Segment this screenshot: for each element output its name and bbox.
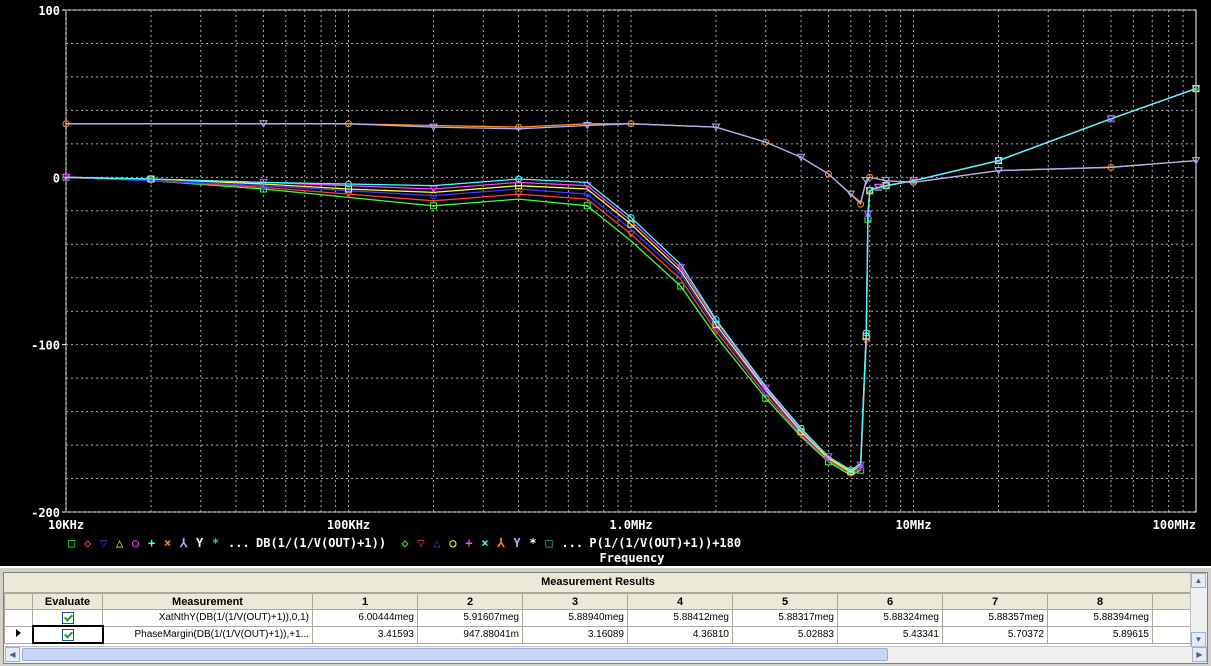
value-cell[interactable]: 5.91607meg <box>417 609 523 627</box>
legend-marker: + <box>148 536 155 550</box>
x-tick-label: 10MHz <box>895 518 931 532</box>
y-tick-label: 0 <box>53 171 60 185</box>
x-tick-label: 10KHz <box>48 518 84 532</box>
legend-marker: □ <box>545 536 552 550</box>
table-row[interactable]: XatNthY(DB(1/(1/V(OUT)+1)),0,1) 6.00444m… <box>4 609 1192 627</box>
filler-cell <box>1152 625 1192 644</box>
scroll-up-button[interactable]: ▲ <box>1191 573 1206 588</box>
legend-marker: △ <box>116 536 124 550</box>
col-header-evaluate[interactable]: Evaluate <box>32 593 103 610</box>
value-cell[interactable]: 3.41593 <box>312 625 418 644</box>
legend-marker: * <box>212 536 219 550</box>
col-header-measurement[interactable]: Measurement <box>102 593 313 610</box>
legend-marker: □ <box>68 536 75 550</box>
value-cell[interactable]: 5.88940meg <box>522 609 628 627</box>
evaluate-checkbox[interactable] <box>61 628 74 641</box>
legend-marker: × <box>164 536 171 550</box>
plot-area[interactable]: 100 0 -100 -200 10KHz 100KHz 1.0MHz 10MHz 100MHz… <box>0 0 1211 566</box>
value-cell[interactable]: 5.70372 <box>942 625 1048 644</box>
value-cell[interactable]: 5.88394meg <box>1047 609 1153 627</box>
measurement-table: Evaluate Measurement 1 2 3 4 5 6 7 8 Xat… <box>4 593 1192 644</box>
legend-marker: ▽ <box>417 536 425 550</box>
legend-label: P(1/(1/V(OUT)+1))+180 <box>589 536 741 550</box>
measurement-cell[interactable]: PhaseMargin(DB(1/(1/V(OUT)+1)),+1... <box>102 625 313 644</box>
col-header-4[interactable]: 4 <box>627 593 733 610</box>
value-cell[interactable]: 4.36810 <box>627 625 733 644</box>
current-row-arrow-icon <box>15 629 21 637</box>
measurement-results-grid: Measurement Results Evaluate Measurement… <box>3 572 1208 664</box>
value-cell[interactable]: 3.16089 <box>522 625 628 644</box>
x-tick-label: 100KHz <box>327 518 370 532</box>
legend-ellipsis: ... <box>228 536 250 550</box>
col-header-8[interactable]: 8 <box>1047 593 1153 610</box>
evaluate-checkbox[interactable] <box>61 611 74 624</box>
x-axis-label: Frequency <box>599 551 664 565</box>
scroll-left-button[interactable]: ◀ <box>5 647 20 662</box>
legend-ellipsis: ... <box>561 536 583 550</box>
horizontal-scrollbar[interactable]: ◀ ▶ <box>4 646 1207 663</box>
legend-marker: ⅄ <box>179 536 188 550</box>
value-cell[interactable]: 5.88324meg <box>837 609 943 627</box>
legend-marker: △ <box>433 536 441 550</box>
y-tick-label: -100 <box>31 339 60 353</box>
legend-marker: ○ <box>449 536 457 550</box>
value-cell[interactable]: 6.00444meg <box>312 609 418 627</box>
legend-marker: ◇ <box>401 536 409 550</box>
results-title: Measurement Results <box>4 573 1192 593</box>
value-cell[interactable]: 947.88041m <box>417 625 523 644</box>
legend-marker: Y <box>513 536 521 550</box>
y-tick-label: 100 <box>38 4 60 18</box>
evaluate-cell[interactable] <box>31 625 104 644</box>
measurement-results-panel: Measurement Results Evaluate Measurement… <box>0 566 1211 666</box>
legend-marker: ▽ <box>100 536 108 550</box>
legend-marker: ◇ <box>84 536 92 550</box>
row-header-corner <box>4 593 33 610</box>
x-tick-label: 100MHz <box>1153 518 1196 532</box>
legend-marker: ⅄ <box>496 536 505 550</box>
value-cell[interactable]: 5.88412meg <box>627 609 733 627</box>
legend-marker: × <box>481 536 488 550</box>
legend-marker: + <box>465 536 472 550</box>
evaluate-cell[interactable] <box>32 609 103 627</box>
col-header-5[interactable]: 5 <box>732 593 838 610</box>
value-cell[interactable]: 5.02883 <box>732 625 838 644</box>
table-header-row: Evaluate Measurement 1 2 3 4 5 6 7 8 <box>4 593 1192 610</box>
col-header-1[interactable]: 1 <box>312 593 418 610</box>
value-cell[interactable]: 5.88317meg <box>732 609 838 627</box>
value-cell[interactable]: 5.43341 <box>837 625 943 644</box>
legend-label: DB(1/(1/V(OUT)+1)) <box>256 536 386 550</box>
row-selector[interactable] <box>4 625 33 644</box>
measurement-cell[interactable]: XatNthY(DB(1/(1/V(OUT)+1)),0,1) <box>102 609 313 627</box>
value-cell[interactable]: 5.89615 <box>1047 625 1153 644</box>
col-header-filler <box>1152 593 1192 610</box>
horizontal-scroll-thumb[interactable] <box>22 648 888 661</box>
row-selector[interactable] <box>4 609 33 627</box>
col-header-2[interactable]: 2 <box>417 593 523 610</box>
scroll-right-button[interactable]: ▶ <box>1192 647 1207 662</box>
table-row[interactable]: PhaseMargin(DB(1/(1/V(OUT)+1)),+1... 3.4… <box>4 625 1192 644</box>
col-header-6[interactable]: 6 <box>837 593 943 610</box>
col-header-7[interactable]: 7 <box>942 593 1048 610</box>
plot-svg: 1000-100-20010KHz 100KHz 1.0MHz 10MHz 100MHz… <box>31 4 1201 565</box>
filler-cell <box>1152 609 1192 627</box>
value-cell[interactable]: 5.88357meg <box>942 609 1048 627</box>
col-header-3[interactable]: 3 <box>522 593 628 610</box>
x-tick-label: 1.0MHz <box>609 518 652 532</box>
legend-marker: Y <box>196 536 204 550</box>
legend-marker: ○ <box>132 536 140 550</box>
scroll-down-button[interactable]: ▼ <box>1191 632 1206 647</box>
legend-marker: * <box>529 536 536 550</box>
vertical-scrollbar[interactable]: ▲ ▼ <box>1190 573 1207 647</box>
